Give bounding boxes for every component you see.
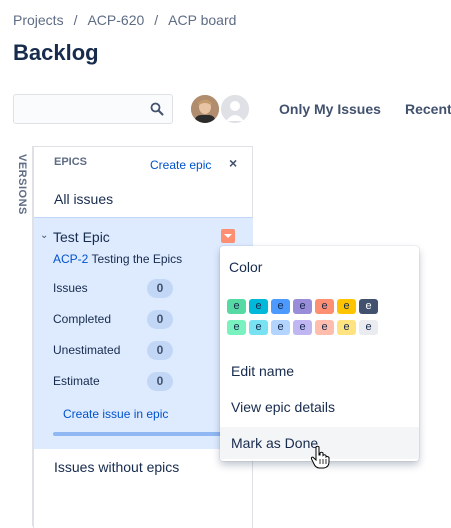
color-swatches: eeeeeee eeeeeee — [227, 299, 378, 341]
all-issues-item[interactable]: All issues — [54, 191, 113, 207]
issues-without-epics-item[interactable]: Issues without epics — [54, 459, 179, 475]
color-swatch[interactable]: e — [337, 320, 356, 335]
stat-estimate-label: Estimate — [53, 374, 100, 388]
stat-completed-label: Completed — [53, 312, 112, 326]
epic-progress-bar — [53, 432, 233, 436]
chevron-down-icon[interactable]: ⌄ — [40, 230, 48, 241]
color-swatch[interactable]: e — [293, 299, 312, 314]
close-icon[interactable]: × — [229, 155, 237, 171]
color-swatch[interactable]: e — [359, 320, 378, 335]
search-icon — [150, 102, 164, 116]
color-swatch[interactable]: e — [227, 299, 246, 314]
color-swatch[interactable]: e — [249, 299, 268, 314]
stat-issues-label: Issues — [53, 281, 88, 295]
epic-key-link[interactable]: ACP-2 — [53, 252, 88, 266]
epic-name: Test Epic — [53, 229, 110, 245]
avatar[interactable] — [219, 93, 251, 125]
recently-updated-filter[interactable]: Recentl — [405, 101, 451, 117]
stat-issues-badge: 0 — [147, 279, 173, 298]
color-swatch[interactable]: e — [271, 320, 290, 335]
color-label: Color — [229, 259, 263, 275]
color-swatch[interactable]: e — [271, 299, 290, 314]
create-epic-link[interactable]: Create epic — [150, 158, 211, 172]
edit-name-menu-item[interactable]: Edit name — [220, 355, 419, 387]
avatar[interactable] — [189, 93, 221, 125]
create-issue-in-epic-link[interactable]: Create issue in epic — [63, 407, 168, 421]
breadcrumb: Projects / ACP-620 / ACP board — [13, 12, 236, 28]
color-swatch[interactable]: e — [249, 320, 268, 335]
stat-unestimated-badge: 0 — [147, 341, 173, 360]
color-swatch[interactable]: e — [227, 320, 246, 335]
breadcrumb-project-key[interactable]: ACP-620 — [87, 12, 144, 28]
versions-tab-label[interactable]: VERSIONS — [16, 154, 28, 215]
hand-cursor-icon — [310, 445, 330, 469]
color-swatch[interactable]: e — [337, 299, 356, 314]
epics-header: EPICS — [54, 156, 88, 168]
swatch-row: eeeeeee — [227, 320, 378, 335]
search-input[interactable] — [13, 94, 173, 124]
breadcrumb-separator: / — [73, 12, 78, 28]
color-swatch[interactable]: e — [293, 320, 312, 335]
view-epic-details-menu-item[interactable]: View epic details — [220, 391, 419, 423]
color-swatch[interactable]: e — [359, 299, 378, 314]
swatch-row: eeeeeee — [227, 299, 378, 314]
only-my-issues-filter[interactable]: Only My Issues — [279, 101, 381, 117]
stat-completed-badge: 0 — [147, 310, 173, 329]
epic-summary: ACP-2 Testing the Epics — [53, 252, 182, 266]
user-placeholder-icon — [221, 95, 249, 123]
breadcrumb-board[interactable]: ACP board — [168, 12, 236, 28]
epic-actions-menu: Color eeeeeee eeeeeee Edit name View epi… — [220, 246, 419, 461]
page-title: Backlog — [13, 40, 99, 65]
color-swatch[interactable]: e — [315, 299, 334, 314]
color-swatch[interactable]: e — [315, 320, 334, 335]
epic-progress-fill — [53, 432, 233, 436]
epic-menu-button[interactable] — [221, 229, 235, 243]
breadcrumb-projects[interactable]: Projects — [13, 12, 64, 28]
epic-summary-text: Testing the Epics — [91, 252, 183, 266]
stat-estimate-badge: 0 — [147, 372, 173, 391]
breadcrumb-separator: / — [154, 12, 159, 28]
user-photo-icon — [191, 95, 219, 123]
stat-unestimated-label: Unestimated — [53, 343, 121, 357]
